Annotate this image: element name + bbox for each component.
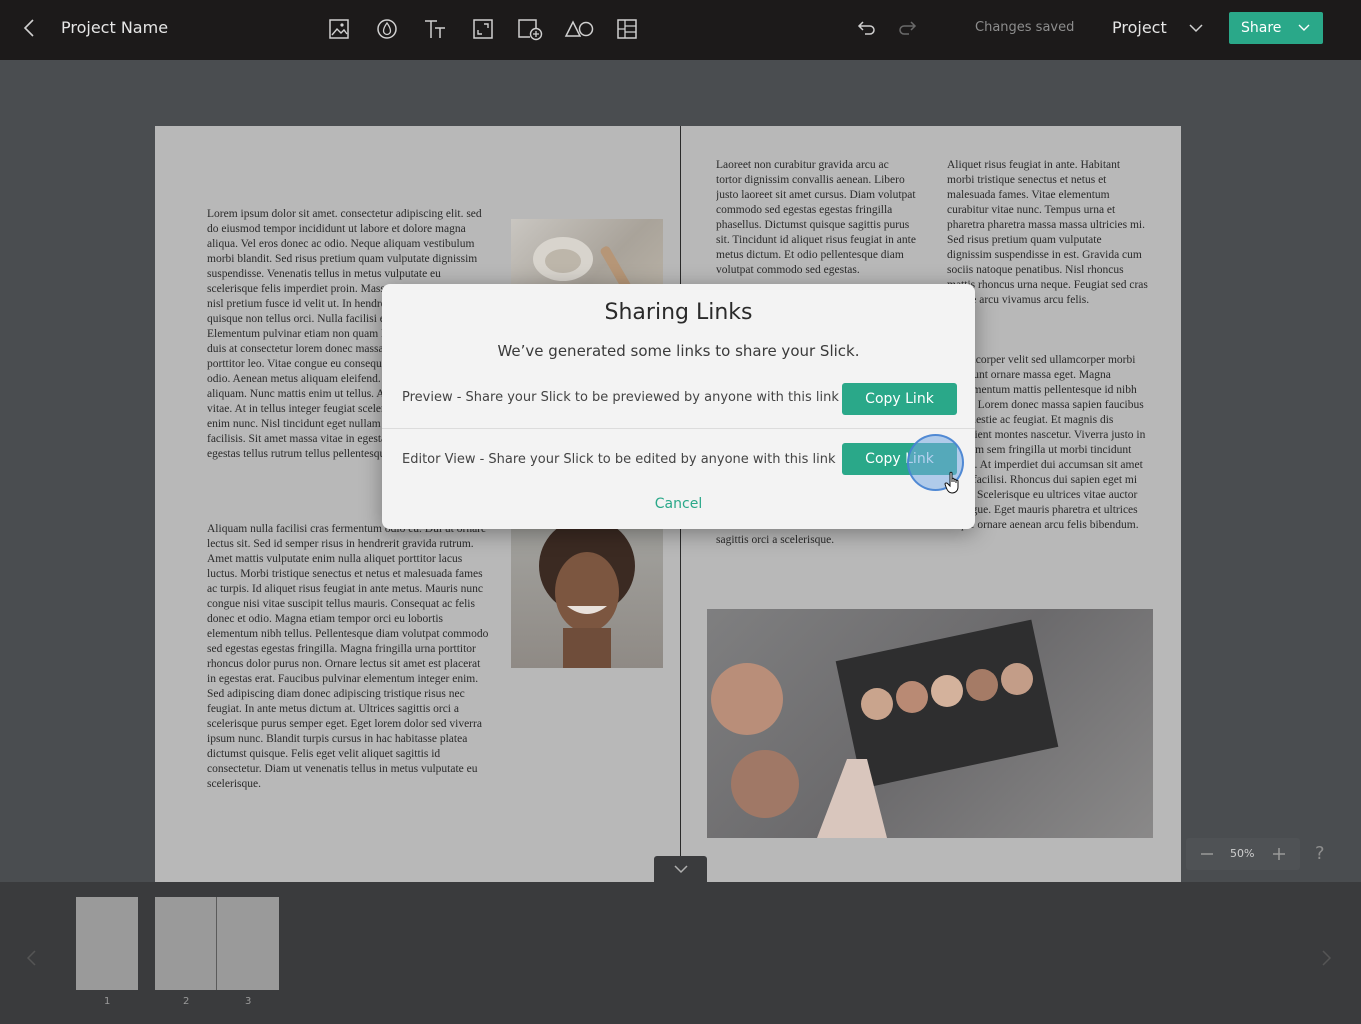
color-drop-icon[interactable] xyxy=(372,14,402,44)
cancel-button[interactable]: Cancel xyxy=(382,496,975,512)
back-arrow-icon[interactable] xyxy=(18,16,42,40)
resize-icon[interactable] xyxy=(468,14,498,44)
shapes-icon[interactable] xyxy=(564,14,594,44)
layout-icon[interactable] xyxy=(612,14,642,44)
project-menu[interactable]: Project xyxy=(1112,18,1167,37)
page-filmstrip: 1 2 3 xyxy=(0,882,1361,1024)
page-thumbnail-2-3[interactable] xyxy=(155,897,279,990)
page-toggle-tab[interactable] xyxy=(654,856,707,882)
zoom-in-icon[interactable] xyxy=(1270,845,1288,863)
zoom-level: 50% xyxy=(1230,847,1255,860)
chevron-right-icon[interactable] xyxy=(1318,948,1334,968)
page-thumbnail-1[interactable] xyxy=(76,897,138,990)
page-number: 3 xyxy=(245,996,252,1007)
page-number: 1 xyxy=(104,996,111,1007)
photo-woman[interactable] xyxy=(511,518,663,668)
image-tool-icon[interactable] xyxy=(324,14,354,44)
save-status: Changes saved xyxy=(975,20,1075,35)
add-page-icon[interactable] xyxy=(515,14,545,44)
photo-makeup-palette[interactable] xyxy=(707,609,1153,838)
page-number: 2 xyxy=(183,996,190,1007)
redo-icon[interactable] xyxy=(896,17,918,39)
undo-icon[interactable] xyxy=(856,17,878,39)
modal-title: Sharing Links xyxy=(604,300,753,325)
copy-preview-link-button[interactable]: Copy Link xyxy=(842,383,957,415)
chevron-left-icon[interactable] xyxy=(24,948,40,968)
share-button[interactable]: Share xyxy=(1229,12,1323,44)
chevron-down-icon[interactable] xyxy=(1296,20,1312,36)
modal-subtitle: We’ve generated some links to share your… xyxy=(497,342,860,360)
preview-link-label: Preview - Share your Slick to be preview… xyxy=(402,390,839,405)
chevron-down-icon xyxy=(674,865,688,874)
help-button[interactable]: ? xyxy=(1315,843,1325,864)
project-title[interactable]: Project Name xyxy=(61,18,168,37)
zoom-control: 50% xyxy=(1186,838,1300,870)
text-block-right-3[interactable]: Ullamcorper velit sed ullamcorper morbi … xyxy=(947,353,1149,578)
text-tool-icon[interactable] xyxy=(420,14,450,44)
text-block-right-1-tail[interactable]: sagittis orci a scelerisque. xyxy=(716,533,916,549)
chevron-down-icon[interactable] xyxy=(1186,18,1206,38)
hand-cursor-icon xyxy=(944,471,959,494)
top-bar: Project Name Changes saved Project Share xyxy=(0,0,1361,60)
text-block-right-2[interactable]: Aliquet risus feugiat in ante. Habitant … xyxy=(947,158,1149,338)
text-block-left-2[interactable]: Aliquam nulla facilisi cras fermentum od… xyxy=(207,522,491,840)
sharing-links-modal: Sharing Links We’ve generated some links… xyxy=(382,284,975,529)
share-label: Share xyxy=(1241,20,1282,36)
editor-link-label: Editor View - Share your Slick to be edi… xyxy=(402,452,836,467)
text-block-right-1[interactable]: Laoreet non curabitur gravida arcu ac to… xyxy=(716,158,916,294)
divider xyxy=(382,428,975,429)
zoom-out-icon[interactable] xyxy=(1198,845,1216,863)
